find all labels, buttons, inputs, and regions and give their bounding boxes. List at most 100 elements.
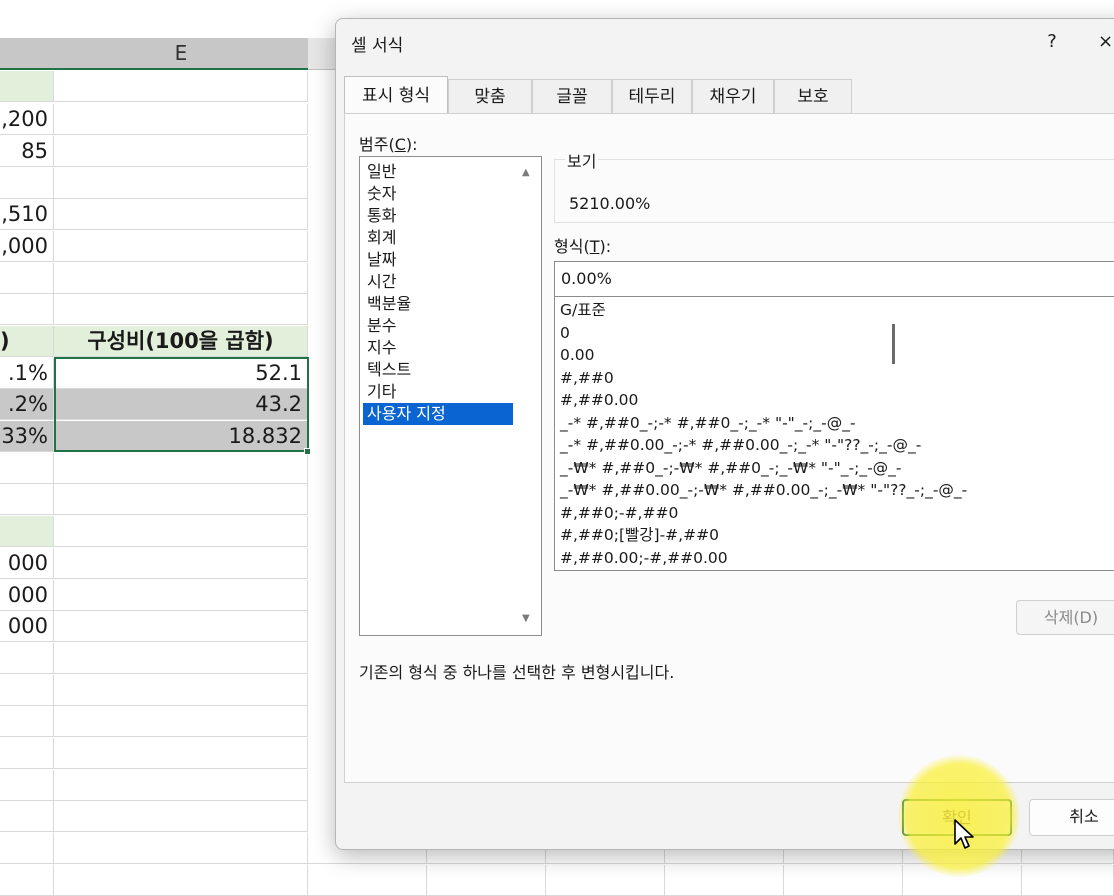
cell-e-r3[interactable] [54, 168, 308, 199]
sample-group: 보기 5210.00% [554, 148, 1114, 223]
cell-e-r20[interactable] [54, 706, 308, 737]
cell-d-r19[interactable] [0, 675, 54, 706]
cell-e-r5[interactable] [54, 231, 308, 262]
cell-e-r16[interactable] [54, 580, 308, 611]
cell-e-r1[interactable] [54, 104, 308, 135]
category-item-time[interactable]: 시간 [363, 271, 513, 293]
format-item[interactable]: _-₩* #,##0_-;-₩* #,##0_-;_-₩* "-"_-;_-@_… [560, 457, 902, 479]
dialog-titlebar[interactable]: 셀 서식 ? × [336, 19, 1114, 65]
cell-e-r23[interactable] [54, 801, 308, 832]
cell-d-r3[interactable] [0, 168, 54, 199]
cell-d-r22[interactable] [0, 770, 54, 801]
cell-d-r12[interactable] [0, 453, 54, 484]
cell-d-r2[interactable]: 85 [0, 136, 54, 167]
cell-e-r14[interactable] [54, 516, 308, 547]
category-item-fraction[interactable]: 분수 [363, 315, 513, 337]
delete-button[interactable]: 삭제(D) [1016, 600, 1114, 635]
cell-e-r13[interactable] [54, 484, 308, 515]
type-input[interactable]: 0.00% [554, 261, 1114, 297]
cell-d-r23[interactable] [0, 801, 54, 832]
category-scrollbar[interactable]: ▲ ▼ [515, 157, 541, 635]
cell-d-r20[interactable] [0, 706, 54, 737]
cell-d-r21[interactable] [0, 738, 54, 769]
cell-d-r24[interactable] [0, 833, 54, 864]
tab-fill[interactable]: 채우기 [692, 79, 774, 113]
cell-d-r18[interactable] [0, 643, 54, 674]
column-header-e[interactable]: E [54, 38, 308, 70]
cell-e-r24[interactable] [54, 833, 308, 864]
format-list-scroll-thumb[interactable] [892, 324, 895, 364]
tab-alignment[interactable]: 맞춤 [448, 79, 532, 113]
format-item[interactable]: G/표준 [560, 299, 606, 321]
selection-range-border [54, 357, 309, 452]
category-item-general[interactable]: 일반 [363, 161, 513, 183]
cell-e-r15[interactable] [54, 548, 308, 579]
cell-e-r7[interactable] [54, 294, 308, 325]
cell-f-r25[interactable] [308, 865, 1114, 896]
mouse-cursor-icon [954, 819, 974, 849]
scroll-up-arrow-icon[interactable]: ▲ [522, 167, 530, 178]
cell-d-r25[interactable] [0, 865, 54, 896]
close-button[interactable]: × [1098, 29, 1114, 55]
cell-e-r25[interactable] [54, 865, 308, 896]
category-item-special[interactable]: 기타 [363, 381, 513, 403]
category-item-percentage[interactable]: 백분율 [363, 293, 513, 315]
cell-e-r2[interactable] [54, 136, 308, 167]
cell-d-r13[interactable] [0, 484, 54, 515]
format-item[interactable]: #,##0.00 [560, 389, 638, 411]
cell-d-header1[interactable] [0, 71, 54, 102]
category-item-scientific[interactable]: 지수 [363, 337, 513, 359]
cell-d-t2[interactable]: 000 [0, 580, 54, 611]
cell-e-header[interactable]: 구성비(100을 곱함) [54, 326, 308, 357]
category-item-accounting[interactable]: 회계 [363, 227, 513, 249]
format-item[interactable]: #,##0.00;-#,##0.00 [560, 547, 728, 569]
category-list[interactable]: 일반 숫자 통화 회계 날짜 시간 백분율 분수 지수 텍스트 기타 사용자 지… [359, 156, 542, 636]
category-item-text[interactable]: 텍스트 [363, 359, 513, 381]
cell-e-r17[interactable] [54, 611, 308, 642]
description-text: 기존의 형식 중 하나를 선택한 후 변형시킵니다. [359, 663, 675, 682]
help-button[interactable]: ? [1040, 29, 1064, 55]
format-list[interactable]: G/표준 0 0.00 #,##0 #,##0.00 _-* #,##0_-;-… [554, 296, 1114, 571]
cell-d-r5[interactable]: ,000 [0, 231, 54, 262]
format-item[interactable]: #,##0;[빨강]-#,##0 [560, 524, 719, 546]
cell-d-pct3[interactable]: 33% [0, 421, 54, 452]
scroll-down-arrow-icon[interactable]: ▼ [522, 613, 530, 624]
cell-e-r4[interactable] [54, 199, 308, 230]
cell-d-r4[interactable]: ,510 [0, 199, 54, 230]
tab-protection[interactable]: 보호 [774, 79, 852, 113]
category-item-number[interactable]: 숫자 [363, 183, 513, 205]
format-item[interactable]: #,##0;-#,##0 [560, 502, 678, 524]
cell-d-header3[interactable] [0, 516, 54, 547]
tab-border[interactable]: 테두리 [612, 79, 692, 113]
cell-e-r19[interactable] [54, 675, 308, 706]
fill-handle[interactable] [304, 448, 311, 455]
cell-e-r18[interactable] [54, 643, 308, 674]
format-item[interactable]: _-* #,##0.00_-;-* #,##0.00_-;_-* "-"??_-… [560, 434, 921, 456]
cell-e-r6[interactable] [54, 263, 308, 294]
cell-d-r6[interactable] [0, 263, 54, 294]
cell-d-pct2[interactable]: .2% [0, 389, 54, 420]
cell-d-t3[interactable]: 000 [0, 611, 54, 642]
cell-d-t1[interactable]: 000 [0, 548, 54, 579]
format-item[interactable]: _-₩* #,##0.00_-;-₩* #,##0.00_-;_-₩* "-"?… [560, 479, 967, 501]
format-item[interactable]: #,##0 [560, 367, 614, 389]
category-item-currency[interactable]: 통화 [363, 205, 513, 227]
cell-d-pct1[interactable]: .1% [0, 358, 54, 389]
cell-d-header2[interactable]: ) [0, 326, 54, 357]
cell-d-r1[interactable]: ,200 [0, 104, 54, 135]
format-item[interactable]: _-* #,##0_-;-* #,##0_-;_-* "-"_-;_-@_- [560, 412, 856, 434]
category-item-custom[interactable]: 사용자 지정 [363, 403, 513, 425]
tab-number[interactable]: 표시 형식 [344, 76, 448, 113]
category-item-date[interactable]: 날짜 [363, 249, 513, 271]
column-header-d[interactable] [0, 38, 54, 70]
cell-d-r7[interactable] [0, 294, 54, 325]
cell-e-r21[interactable] [54, 738, 308, 769]
cancel-button[interactable]: 취소 [1029, 799, 1114, 836]
category-label: 범주(C): [359, 135, 418, 154]
cell-e-r0[interactable] [54, 71, 308, 102]
cell-e-r12[interactable] [54, 453, 308, 484]
format-item[interactable]: 0 [560, 322, 570, 344]
format-item[interactable]: 0.00 [560, 344, 595, 366]
tab-font[interactable]: 글꼴 [532, 79, 612, 113]
cell-e-r22[interactable] [54, 770, 308, 801]
